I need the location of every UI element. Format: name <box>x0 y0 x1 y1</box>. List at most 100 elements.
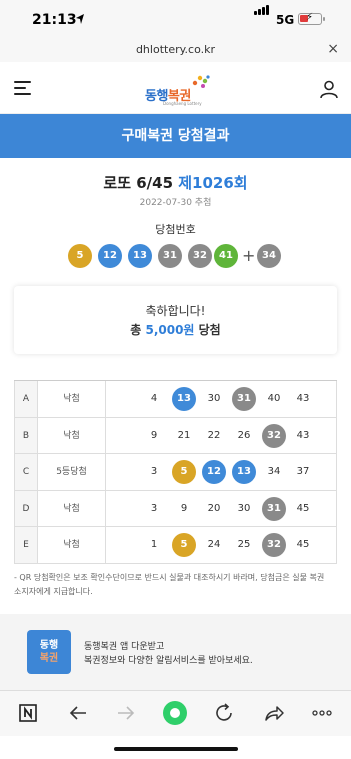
ticket-label: C <box>14 454 38 490</box>
winning-ball: 41 <box>214 244 238 268</box>
url-text[interactable]: dhlottery.co.kr <box>0 43 351 56</box>
prize-prefix: 총 <box>130 323 146 337</box>
naver-icon[interactable] <box>16 701 40 725</box>
ticket-number: 20 <box>207 502 221 514</box>
prize-amount: 5,000원 <box>145 323 195 337</box>
ticket-number: 37 <box>296 466 310 478</box>
prize-summary: 축하합니다! 총 5,000원 당첨 <box>14 286 337 354</box>
table-row: A 낙첨 4 13 30 31 40 43 <box>14 381 337 418</box>
home-green-icon[interactable] <box>162 700 188 726</box>
ticket-number: 1 <box>150 539 158 551</box>
share-icon[interactable] <box>262 701 286 725</box>
promo-line-2: 복권정보와 다양한 알림서비스를 받아보세요. <box>84 656 253 666</box>
prize-suffix: 당첨 <box>194 323 221 337</box>
matched-number: 31 <box>262 496 286 521</box>
ticket-result: 5등당첨 <box>38 454 106 490</box>
back-arrow-icon[interactable] <box>66 701 90 725</box>
ticket-number: 3 <box>150 466 158 478</box>
hamburger-icon[interactable] <box>14 81 31 95</box>
matched-number: 32 <box>262 533 286 558</box>
app-logo-text-a: 동행 <box>39 640 59 651</box>
browser-url-bar[interactable]: dhlottery.co.kr × <box>0 40 351 62</box>
matched-number: 5 <box>172 533 196 558</box>
app-promo-banner[interactable]: 동행 복권 동행복권 앱 다운받고 복권정보와 다양한 알림서비스를 받아보세요… <box>0 614 351 690</box>
user-icon[interactable] <box>319 79 339 99</box>
promo-line-1: 동행복권 앱 다운받고 <box>84 642 165 652</box>
ticket-result: 낙첨 <box>38 381 106 417</box>
ticket-numbers: 1 5 24 25 32 45 <box>106 527 337 563</box>
matched-number: 32 <box>262 423 286 448</box>
ticket-results-table: A 낙첨 4 13 30 31 40 43 B 낙첨 9 21 22 26 32 43 C 5등당첨 3 5 12 13 3… <box>14 380 337 564</box>
ticket-numbers: 3 5 12 13 34 37 <box>106 454 337 490</box>
status-bar: 21:13 5G ⚡ <box>0 0 351 40</box>
ticket-number: 25 <box>237 539 251 551</box>
ticket-number: 30 <box>207 393 221 404</box>
table-row: B 낙첨 9 21 22 26 32 43 <box>14 417 337 455</box>
ticket-label: E <box>14 527 38 563</box>
ticket-number: 4 <box>150 393 158 404</box>
qr-notice: - QR 당첨확인은 보조 확인수단이므로 반드시 실물과 대조하시기 바라며,… <box>14 571 344 599</box>
congrats-text: 축하합니다! <box>145 304 206 318</box>
bonus-ball: 34 <box>257 244 281 268</box>
close-icon[interactable]: × <box>327 41 339 57</box>
ticket-numbers: 9 21 22 26 32 43 <box>106 417 337 454</box>
winning-numbers-label: 당첨번호 <box>155 223 196 236</box>
location-arrow-icon <box>76 14 84 24</box>
ticket-number: 26 <box>237 429 251 441</box>
ticket-number: 22 <box>207 429 221 441</box>
page-banner: 구매복권 당첨결과 <box>0 114 351 158</box>
ticket-label: D <box>14 490 38 527</box>
reload-icon[interactable] <box>212 701 236 725</box>
ticket-number: 40 <box>267 393 281 404</box>
ticket-result: 낙첨 <box>38 490 106 527</box>
matched-number: 13 <box>232 460 256 485</box>
total-prize: 총 5,000원 당첨 <box>14 321 337 338</box>
logo-mark-icon <box>192 75 210 88</box>
game-name: 로또 6/45 <box>103 174 174 192</box>
draw-round: 제1026회 <box>178 174 248 192</box>
site-logo[interactable]: 동행복권 Donghaeng Lottery <box>145 74 211 106</box>
winning-ball: 5 <box>68 244 92 268</box>
ticket-number: 9 <box>150 429 158 441</box>
matched-number: 12 <box>202 460 226 485</box>
table-row: D 낙첨 3 9 20 30 31 45 <box>14 490 337 528</box>
site-header: 동행복권 Donghaeng Lottery <box>0 62 351 114</box>
ticket-number: 30 <box>237 502 251 514</box>
network-type: 5G <box>276 13 295 27</box>
winning-ball: 13 <box>128 244 152 268</box>
ticket-number: 45 <box>296 502 310 514</box>
matched-number: 13 <box>172 387 196 411</box>
ticket-number: 43 <box>296 429 310 441</box>
winning-ball: 12 <box>98 244 122 268</box>
ticket-result: 낙첨 <box>38 527 106 563</box>
ticket-numbers: 4 13 30 31 40 43 <box>106 381 337 417</box>
ticket-label: B <box>14 417 38 454</box>
winning-numbers: 5 12 13 31 32 41 + 34 <box>68 244 288 268</box>
ticket-number: 9 <box>180 502 188 514</box>
winning-ball: 32 <box>188 244 212 268</box>
winning-ball: 31 <box>158 244 182 268</box>
draw-date: 2022-07-30 추첨 <box>139 198 212 208</box>
more-icon[interactable] <box>310 701 334 725</box>
ticket-numbers: 3 9 20 30 31 45 <box>106 490 337 527</box>
ticket-label: A <box>14 381 38 417</box>
forward-arrow-icon[interactable] <box>114 701 138 725</box>
browser-toolbar <box>0 690 351 736</box>
table-row: C 5등당첨 3 5 12 13 34 37 <box>14 454 337 491</box>
plus-sign: + <box>242 246 256 265</box>
ticket-number: 45 <box>296 539 310 551</box>
matched-number: 31 <box>232 387 256 411</box>
notice-line-1: - QR 당첨확인은 보조 확인수단이므로 반드시 실물과 대조하시기 바라며,… <box>14 573 325 582</box>
draw-title: 로또 6/45 제1026회 <box>0 172 351 193</box>
ticket-number: 24 <box>207 539 221 551</box>
matched-number: 5 <box>172 460 196 485</box>
app-logo-text-b: 복권 <box>39 653 59 664</box>
ticket-number: 43 <box>296 393 310 404</box>
ticket-result: 낙첨 <box>38 417 106 454</box>
ticket-number: 34 <box>267 466 281 478</box>
logo-subtitle: Donghaeng Lottery <box>163 101 202 106</box>
home-indicator <box>114 747 238 751</box>
battery-icon: ⚡ <box>298 12 325 25</box>
table-row: E 낙첨 1 5 24 25 32 45 <box>14 527 337 564</box>
ticket-number: 3 <box>150 502 158 514</box>
